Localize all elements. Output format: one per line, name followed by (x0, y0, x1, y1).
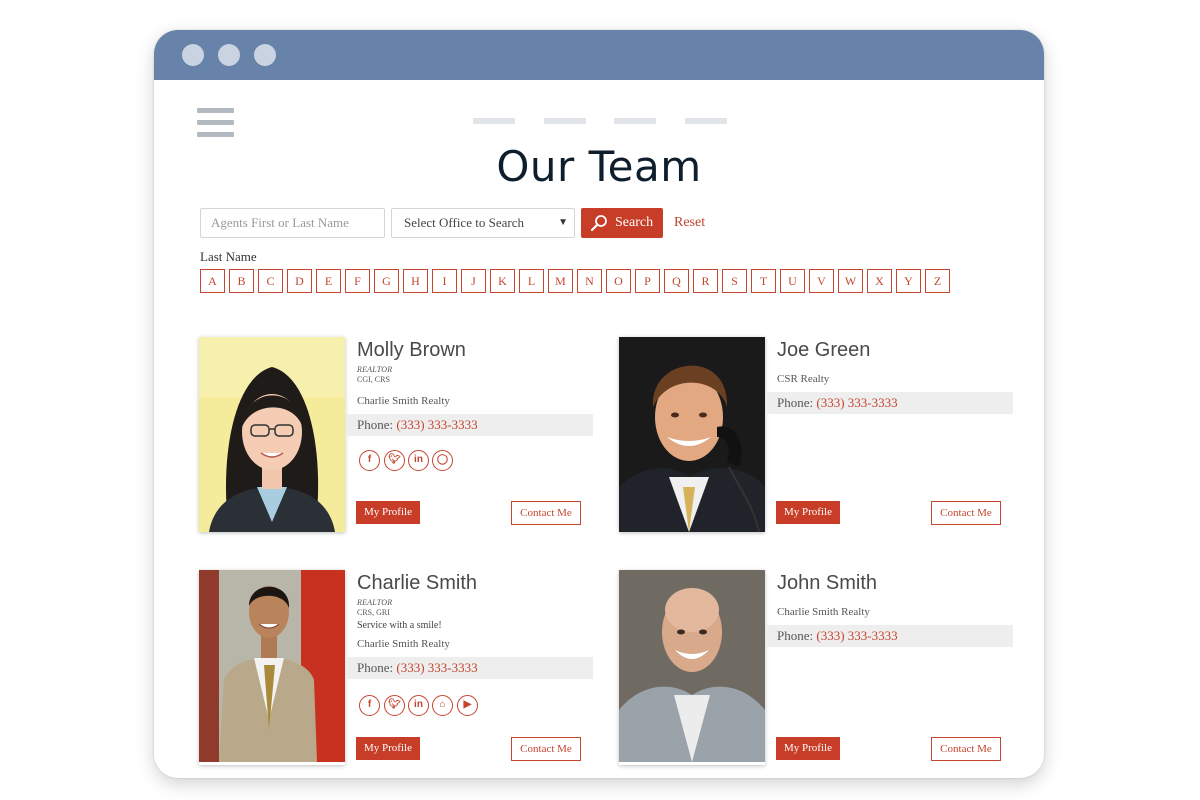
phone-label: Phone: (357, 660, 394, 675)
agent-phone-bar: Phone: (333) 333-3333 (347, 657, 593, 679)
my-profile-button[interactable]: My Profile (356, 737, 420, 760)
letter-filter-w[interactable]: W (838, 269, 863, 293)
search-button-label: Search (615, 215, 654, 230)
contact-me-button[interactable]: Contact Me (511, 737, 581, 761)
agent-phone-bar: Phone: (333) 333-3333 (767, 392, 1013, 414)
reset-link[interactable]: Reset (674, 215, 705, 231)
agent-photo[interactable] (619, 337, 765, 532)
letter-filter-c[interactable]: C (258, 269, 283, 293)
agent-card: Molly Brown REALTOR CGI, CRS Charlie Smi… (199, 337, 599, 532)
twitter-icon[interactable]: 🐦︎ (384, 695, 405, 716)
linkedin-icon[interactable]: in (408, 695, 429, 716)
phone-number-link[interactable]: (333) 333-3333 (396, 660, 477, 675)
twitter-icon[interactable]: 🐦︎ (384, 450, 405, 471)
letter-filter-h[interactable]: H (403, 269, 428, 293)
hamburger-icon[interactable] (197, 108, 234, 141)
agent-office: Charlie Smith Realty (357, 395, 450, 407)
contact-me-button[interactable]: Contact Me (931, 737, 1001, 761)
letter-filter-q[interactable]: Q (664, 269, 689, 293)
letter-filter-e[interactable]: E (316, 269, 341, 293)
agent-tagline: Service with a smile! (357, 620, 442, 631)
letter-filter-g[interactable]: G (374, 269, 399, 293)
agent-phone-bar: Phone: (333) 333-3333 (347, 414, 593, 436)
phone-label: Phone: (777, 628, 814, 643)
phone-number-link[interactable]: (333) 333-3333 (816, 395, 897, 410)
window-dot-minimize[interactable] (218, 44, 240, 66)
youtube-icon[interactable]: ▶ (457, 695, 478, 716)
agent-office: Charlie Smith Realty (777, 606, 870, 618)
linkedin-icon[interactable]: in (408, 450, 429, 471)
agent-name[interactable]: Charlie Smith (357, 572, 477, 595)
nav-placeholder-1[interactable] (473, 118, 515, 124)
letter-filter-a[interactable]: A (200, 269, 225, 293)
letter-filter-s[interactable]: S (722, 269, 747, 293)
letter-filter-b[interactable]: B (229, 269, 254, 293)
letter-filter-f[interactable]: F (345, 269, 370, 293)
letter-filter-o[interactable]: O (606, 269, 631, 293)
agent-photo[interactable] (199, 337, 345, 532)
my-profile-button[interactable]: My Profile (356, 501, 420, 524)
agent-office: CSR Realty (777, 373, 830, 385)
letter-filter-u[interactable]: U (780, 269, 805, 293)
letter-filter-j[interactable]: J (461, 269, 486, 293)
letter-filter-n[interactable]: N (577, 269, 602, 293)
letter-filter-l[interactable]: L (519, 269, 544, 293)
agent-card: Joe Green CSR Realty Phone: (333) 333-33… (619, 337, 1019, 532)
agent-office: Charlie Smith Realty (357, 638, 450, 650)
window-dot-close[interactable] (182, 44, 204, 66)
phone-number-link[interactable]: (333) 333-3333 (396, 417, 477, 432)
chevron-down-icon: ▼ (558, 217, 568, 228)
agent-photo[interactable] (199, 570, 345, 765)
window-titlebar (154, 30, 1044, 80)
page-title: Our Team (496, 142, 702, 191)
contact-me-button[interactable]: Contact Me (511, 501, 581, 525)
agent-title: REALTOR (357, 598, 393, 607)
letter-filter-i[interactable]: I (432, 269, 457, 293)
agent-photo[interactable] (619, 570, 765, 765)
phone-label: Phone: (357, 417, 394, 432)
agent-title: REALTOR (357, 365, 393, 374)
last-name-filter-label: Last Name (200, 249, 257, 264)
agent-name[interactable]: John Smith (777, 572, 877, 595)
letter-filter-x[interactable]: X (867, 269, 892, 293)
letter-filter-y[interactable]: Y (896, 269, 921, 293)
letter-filter-z[interactable]: Z (925, 269, 950, 293)
office-select[interactable]: Select Office to Search ▼ (391, 208, 575, 238)
nav-placeholder-4[interactable] (685, 118, 727, 124)
phone-label: Phone: (777, 395, 814, 410)
browser-window: Our Team Select Office to Search ▼ Searc… (154, 30, 1044, 778)
agent-phone-bar: Phone: (333) 333-3333 (767, 625, 1013, 647)
contact-me-button[interactable]: Contact Me (931, 501, 1001, 525)
agent-designations: CRS, GRI (357, 608, 390, 617)
agent-name[interactable]: Molly Brown (357, 339, 466, 362)
letter-filter-r[interactable]: R (693, 269, 718, 293)
letter-filter-t[interactable]: T (751, 269, 776, 293)
agent-card: John Smith Charlie Smith Realty Phone: (… (619, 570, 1019, 765)
my-profile-button[interactable]: My Profile (776, 737, 840, 760)
instagram-icon[interactable]: ◯ (432, 450, 453, 471)
zillow-icon[interactable]: ⌂ (432, 695, 453, 716)
facebook-icon[interactable]: f (359, 450, 380, 471)
search-button[interactable]: Search (581, 208, 663, 238)
nav-placeholder-2[interactable] (544, 118, 586, 124)
letter-filter-v[interactable]: V (809, 269, 834, 293)
search-icon (590, 215, 607, 232)
office-select-value: Select Office to Search (404, 215, 524, 230)
my-profile-button[interactable]: My Profile (776, 501, 840, 524)
agent-name[interactable]: Joe Green (777, 339, 870, 362)
phone-number-link[interactable]: (333) 333-3333 (816, 628, 897, 643)
agent-designations: CGI, CRS (357, 375, 390, 384)
agent-search-input[interactable] (200, 208, 385, 238)
letter-filter-m[interactable]: M (548, 269, 573, 293)
window-dot-maximize[interactable] (254, 44, 276, 66)
nav-placeholder-3[interactable] (614, 118, 656, 124)
agent-card: Charlie Smith REALTOR CRS, GRI Service w… (199, 570, 599, 765)
letter-filter-p[interactable]: P (635, 269, 660, 293)
facebook-icon[interactable]: f (359, 695, 380, 716)
letter-filter-d[interactable]: D (287, 269, 312, 293)
letter-filter-k[interactable]: K (490, 269, 515, 293)
